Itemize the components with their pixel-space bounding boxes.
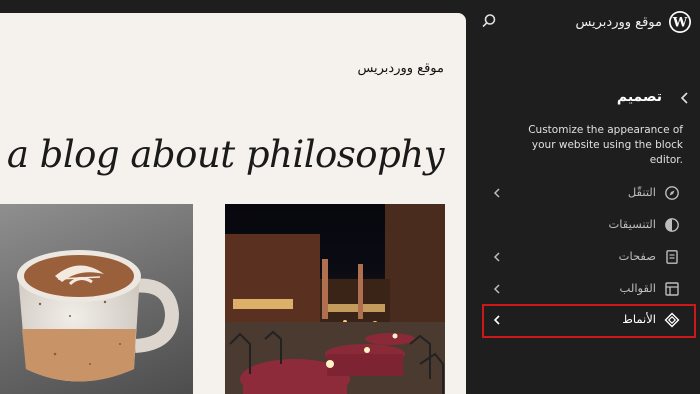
navigation-compass-icon [665,186,679,200]
search-icon[interactable] [480,12,498,30]
chevron-left-icon [493,252,500,262]
sidebar-item-label: الأنماط [622,312,656,326]
styles-contrast-icon [665,218,679,232]
sidebar-item-styles[interactable]: التنسيقات [482,209,696,241]
coffee-cup-photo [0,204,193,394]
sidebar-item-pages[interactable]: صفحات [482,241,696,273]
chevron-left-icon [493,188,500,198]
preview-tagline: down: a blog about philosophy [0,133,444,176]
site-name-link[interactable]: موقع ووردبريس [575,15,662,30]
sidebar-item-label: صفحات [618,249,656,263]
pages-icon [666,250,678,264]
wordpress-logo-icon[interactable]: W [668,10,692,34]
sidebar-item-templates[interactable]: القوالب [482,273,696,305]
night-piazza-photo [225,204,445,394]
sidebar-item-navigation[interactable]: التنقّل [482,177,696,209]
chevron-left-icon [493,315,500,325]
back-chevron-icon[interactable] [678,90,692,104]
svg-text:W: W [672,16,688,31]
sidebar-heading: تصميم [616,89,662,105]
chevron-left-icon [493,284,500,294]
templates-layout-icon [665,282,679,296]
sidebar-item-label: القوالب [619,281,656,295]
site-preview-canvas[interactable]: موقع ووردبريس down: a blog about philoso… [0,13,466,394]
patterns-diamond-icon [664,312,680,328]
sidebar-item-label: التنسيقات [608,217,656,231]
sidebar-item-patterns[interactable]: الأنماط [482,304,696,338]
sidebar-description: Customize the appearance of your website… [528,124,683,166]
sidebar-item-label: التنقّل [627,185,656,199]
preview-site-title: موقع ووردبريس [357,61,444,76]
